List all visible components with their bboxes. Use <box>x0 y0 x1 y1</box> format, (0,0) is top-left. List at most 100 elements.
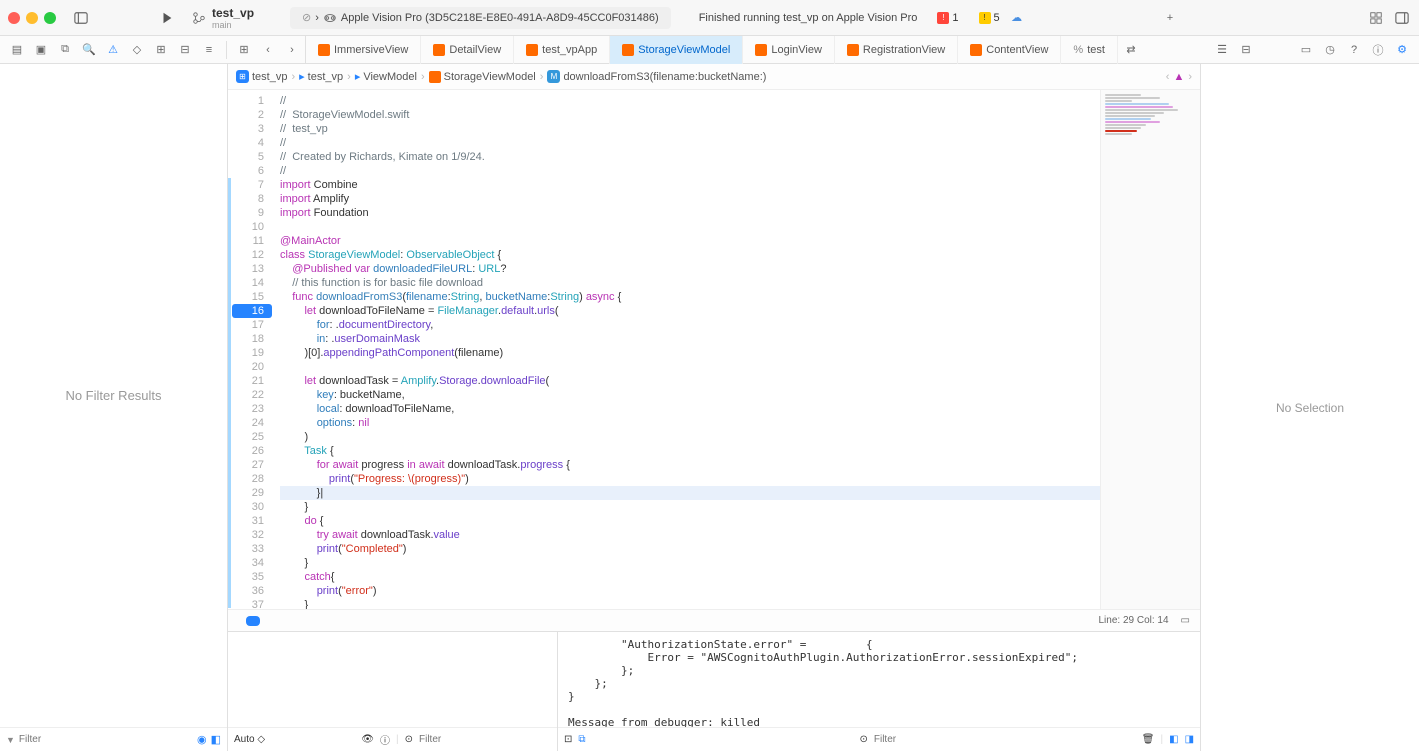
tab-contentview[interactable]: ContentView <box>958 36 1061 64</box>
swift-icon <box>318 44 330 56</box>
no-filter-results: No Filter Results <box>0 64 227 727</box>
tab-immersiveview[interactable]: ImmersiveView <box>306 36 421 64</box>
minimize-window-button[interactable] <box>26 12 38 24</box>
quicklook-icon[interactable]: 👁 <box>361 734 374 745</box>
traffic-lights <box>8 12 56 24</box>
nav-project-icon[interactable]: ▤ <box>6 39 28 61</box>
insp-attributes-icon[interactable]: ⚙ <box>1391 39 1413 61</box>
navigator-filter-input[interactable] <box>19 734 193 745</box>
console-output[interactable]: "AuthorizationState.error" = { Error = "… <box>558 632 1200 727</box>
console-meta-icon[interactable]: ⧉ <box>578 734 585 745</box>
inspector-toggle-icon[interactable] <box>1393 9 1411 27</box>
library-button[interactable] <box>1367 9 1385 27</box>
tab-test[interactable]: %test <box>1061 36 1118 64</box>
editor-assistant-icon[interactable]: ⊟ <box>1235 39 1257 61</box>
cursor-position: Line: 29 Col: 14 <box>1098 615 1168 626</box>
add-tab-button[interactable]: + <box>1161 9 1179 27</box>
tab-testvpapp[interactable]: test_vpApp <box>514 36 610 64</box>
print-icon[interactable]: ⓘ <box>380 732 390 747</box>
nav-report-icon[interactable]: ≡ <box>198 39 220 61</box>
inspector-panel: No Selection <box>1201 64 1419 751</box>
nav-find-icon[interactable]: 🔍 <box>78 39 100 61</box>
close-window-button[interactable] <box>8 12 20 24</box>
device-name: Apple Vision Pro (3D5C218E-E8E0-491A-A8D… <box>341 12 659 24</box>
editor-statusbar: Line: 29 Col: 14 ▭ <box>228 609 1200 631</box>
code-content[interactable]: //// StorageViewModel.swift// test_vp///… <box>272 90 1100 609</box>
chevron-right-icon: › <box>315 12 319 24</box>
issues-next-icon[interactable]: › <box>1188 71 1192 83</box>
console-toolbar: ⊡ ⧉ ⊙ 🗑 | ◧ ◨ <box>558 727 1200 751</box>
breadcrumb[interactable]: ⊞test_vp › ▸test_vp › ▸ViewModel › Stora… <box>228 64 1200 90</box>
sidebar-toggle-icon[interactable] <box>72 9 90 27</box>
debug-area: Auto ◇ 👁 ⓘ | ⊙ "AuthorizationState.error… <box>228 631 1200 751</box>
scheme-selector[interactable]: test_vp main <box>184 6 262 30</box>
cloud-icon[interactable]: ☁︎ <box>1008 9 1026 27</box>
canvas-icon[interactable]: ▭ <box>1181 615 1190 626</box>
swift-icon <box>429 71 441 83</box>
tab-detailview[interactable]: DetailView <box>421 36 514 64</box>
project-icon: ⊞ <box>236 70 249 83</box>
error-badge[interactable]: !1 <box>937 12 958 24</box>
nav-x-icon[interactable]: ▣ <box>30 39 52 61</box>
minimap[interactable] <box>1100 90 1200 609</box>
editor-grid-icon[interactable]: ⊞ <box>233 39 255 61</box>
editor-area: ⊞test_vp › ▸test_vp › ▸ViewModel › Stora… <box>228 64 1201 751</box>
folder-icon: ▸ <box>355 70 361 83</box>
tab-storageviewmodel[interactable]: StorageViewModel <box>610 36 743 64</box>
swift-icon <box>622 44 634 56</box>
trash-icon[interactable]: 🗑 <box>1142 734 1155 745</box>
swift-icon <box>847 44 859 56</box>
insp-history-icon[interactable]: ◷ <box>1319 39 1341 61</box>
nav-break-icon[interactable]: ⊟ <box>174 39 196 61</box>
nav-test-icon[interactable]: ◇ <box>126 39 148 61</box>
scheme-title: test_vp <box>212 6 254 20</box>
editor-list-icon[interactable]: ☰ <box>1211 39 1233 61</box>
file-tabs: ImmersiveView DetailView test_vpApp Stor… <box>305 36 1118 64</box>
zoom-window-button[interactable] <box>44 12 56 24</box>
variables-filter-input[interactable] <box>419 734 551 745</box>
status-text: Finished running test_vp on Apple Vision… <box>699 12 918 24</box>
swift-icon <box>526 44 538 56</box>
folder-icon: ▸ <box>299 70 305 83</box>
console-output-icon[interactable]: ⊡ <box>564 734 572 745</box>
history-forward-button[interactable]: › <box>281 39 303 61</box>
swift-icon <box>433 44 445 56</box>
tab-registrationview[interactable]: RegistrationView <box>835 36 958 64</box>
nav-bookmark-icon[interactable]: ⧉ <box>54 39 76 61</box>
nav-debug-icon[interactable]: ⊞ <box>150 39 172 61</box>
navigator-panel: No Filter Results ▼ ◉ ◧ <box>0 64 228 751</box>
insp-identity-icon[interactable]: ⓘ <box>1367 39 1389 61</box>
destination-selector[interactable]: ⊘ › Apple Vision Pro (3D5C218E-E8E0-491A… <box>290 7 671 29</box>
hide-console-icon[interactable]: ◨ <box>1185 734 1194 745</box>
variables-view: Auto ◇ 👁 ⓘ | ⊙ <box>228 632 558 751</box>
insp-file-icon[interactable]: ▭ <box>1295 39 1317 61</box>
no-selection: No Selection <box>1276 401 1344 415</box>
filter-icon: ⊙ <box>859 734 867 745</box>
insp-help-icon[interactable]: ? <box>1343 39 1365 61</box>
hide-variables-icon[interactable]: ◧ <box>1169 734 1178 745</box>
branch-icon <box>192 11 206 25</box>
line-gutter[interactable]: 1234567891011121314151617181920212223242… <box>228 90 272 609</box>
code-editor[interactable]: 1234567891011121314151617181920212223242… <box>228 90 1200 609</box>
warning-badge[interactable]: !5 <box>979 12 1000 24</box>
device-icon <box>323 11 337 25</box>
tab-loginview[interactable]: LoginView <box>743 36 835 64</box>
filter-recent-icon[interactable]: ◉ <box>197 733 207 746</box>
history-back-button[interactable]: ‹ <box>257 39 279 61</box>
auto-scope-selector[interactable]: Auto ◇ <box>234 734 265 745</box>
filter-scm-icon[interactable]: ◧ <box>211 733 221 746</box>
navigator-filter-bar: ▼ ◉ ◧ <box>0 727 227 751</box>
run-button[interactable] <box>158 9 176 27</box>
filter-scope-icon[interactable]: ▼ <box>6 735 15 745</box>
tabs-overflow-icon[interactable]: ⇄ <box>1120 39 1142 61</box>
console-view: "AuthorizationState.error" = { Error = "… <box>558 632 1200 751</box>
issues-prev-icon[interactable]: ‹ <box>1166 71 1170 83</box>
issues-warn-icon[interactable]: ▲ <box>1173 71 1184 83</box>
titlebar: test_vp main ⊘ › Apple Vision Pro (3D5C2… <box>0 0 1419 36</box>
console-filter-input[interactable] <box>874 734 1136 745</box>
nav-issue-icon[interactable]: ⚠ <box>102 39 124 61</box>
swift-icon <box>970 44 982 56</box>
secondary-toolbar: ▤ ▣ ⧉ 🔍 ⚠ ◇ ⊞ ⊟ ≡ ⊞ ‹ › ImmersiveView De… <box>0 36 1419 64</box>
breakpoint-indicator[interactable] <box>246 616 260 626</box>
method-icon: M <box>547 70 560 83</box>
